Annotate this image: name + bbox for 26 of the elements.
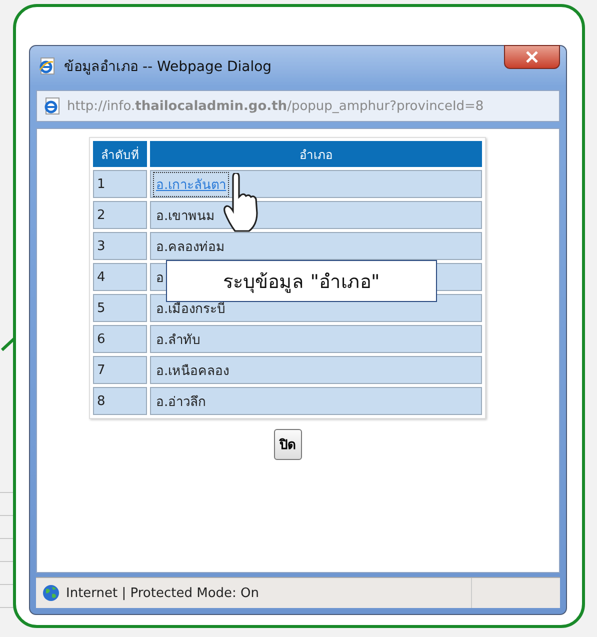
district-link[interactable]: อ bbox=[154, 266, 166, 288]
table-cell: 4 bbox=[93, 263, 147, 291]
close-icon bbox=[525, 51, 539, 63]
close-button[interactable] bbox=[504, 45, 560, 69]
page-icon bbox=[43, 97, 61, 115]
table-cell: 5 bbox=[93, 294, 147, 322]
callout-tooltip: ระบุข้อมูล "อำเภอ" bbox=[166, 260, 437, 302]
table-cell: 8 bbox=[93, 387, 147, 415]
browser-icon bbox=[38, 57, 56, 75]
column-header: ลำดับที่ bbox=[93, 141, 147, 167]
close-dialog-button[interactable]: ปิด bbox=[274, 429, 302, 460]
table-cell: 2 bbox=[93, 201, 147, 229]
table-cell: 1 bbox=[93, 170, 147, 198]
table-cell: 6 bbox=[93, 325, 147, 353]
column-header: อำเภอ bbox=[150, 141, 482, 167]
district-link[interactable]: อ.ลำทับ bbox=[154, 328, 202, 350]
hand-cursor-icon bbox=[223, 173, 261, 235]
district-link[interactable]: อ.คลองท่อม bbox=[154, 234, 228, 258]
table-cell: 3 bbox=[93, 232, 147, 260]
status-text: Internet | Protected Mode: On bbox=[66, 586, 260, 600]
district-link[interactable]: อ.เหนือคลอง bbox=[154, 358, 232, 382]
globe-icon bbox=[42, 584, 60, 602]
district-link[interactable]: อ.เขาพนม bbox=[154, 204, 218, 226]
table-cell: 7 bbox=[93, 356, 147, 384]
district-link[interactable]: อ.อ่าวลึก bbox=[154, 390, 208, 412]
window-title: ข้อมูลอำเภอ -- Webpage Dialog bbox=[64, 58, 273, 77]
